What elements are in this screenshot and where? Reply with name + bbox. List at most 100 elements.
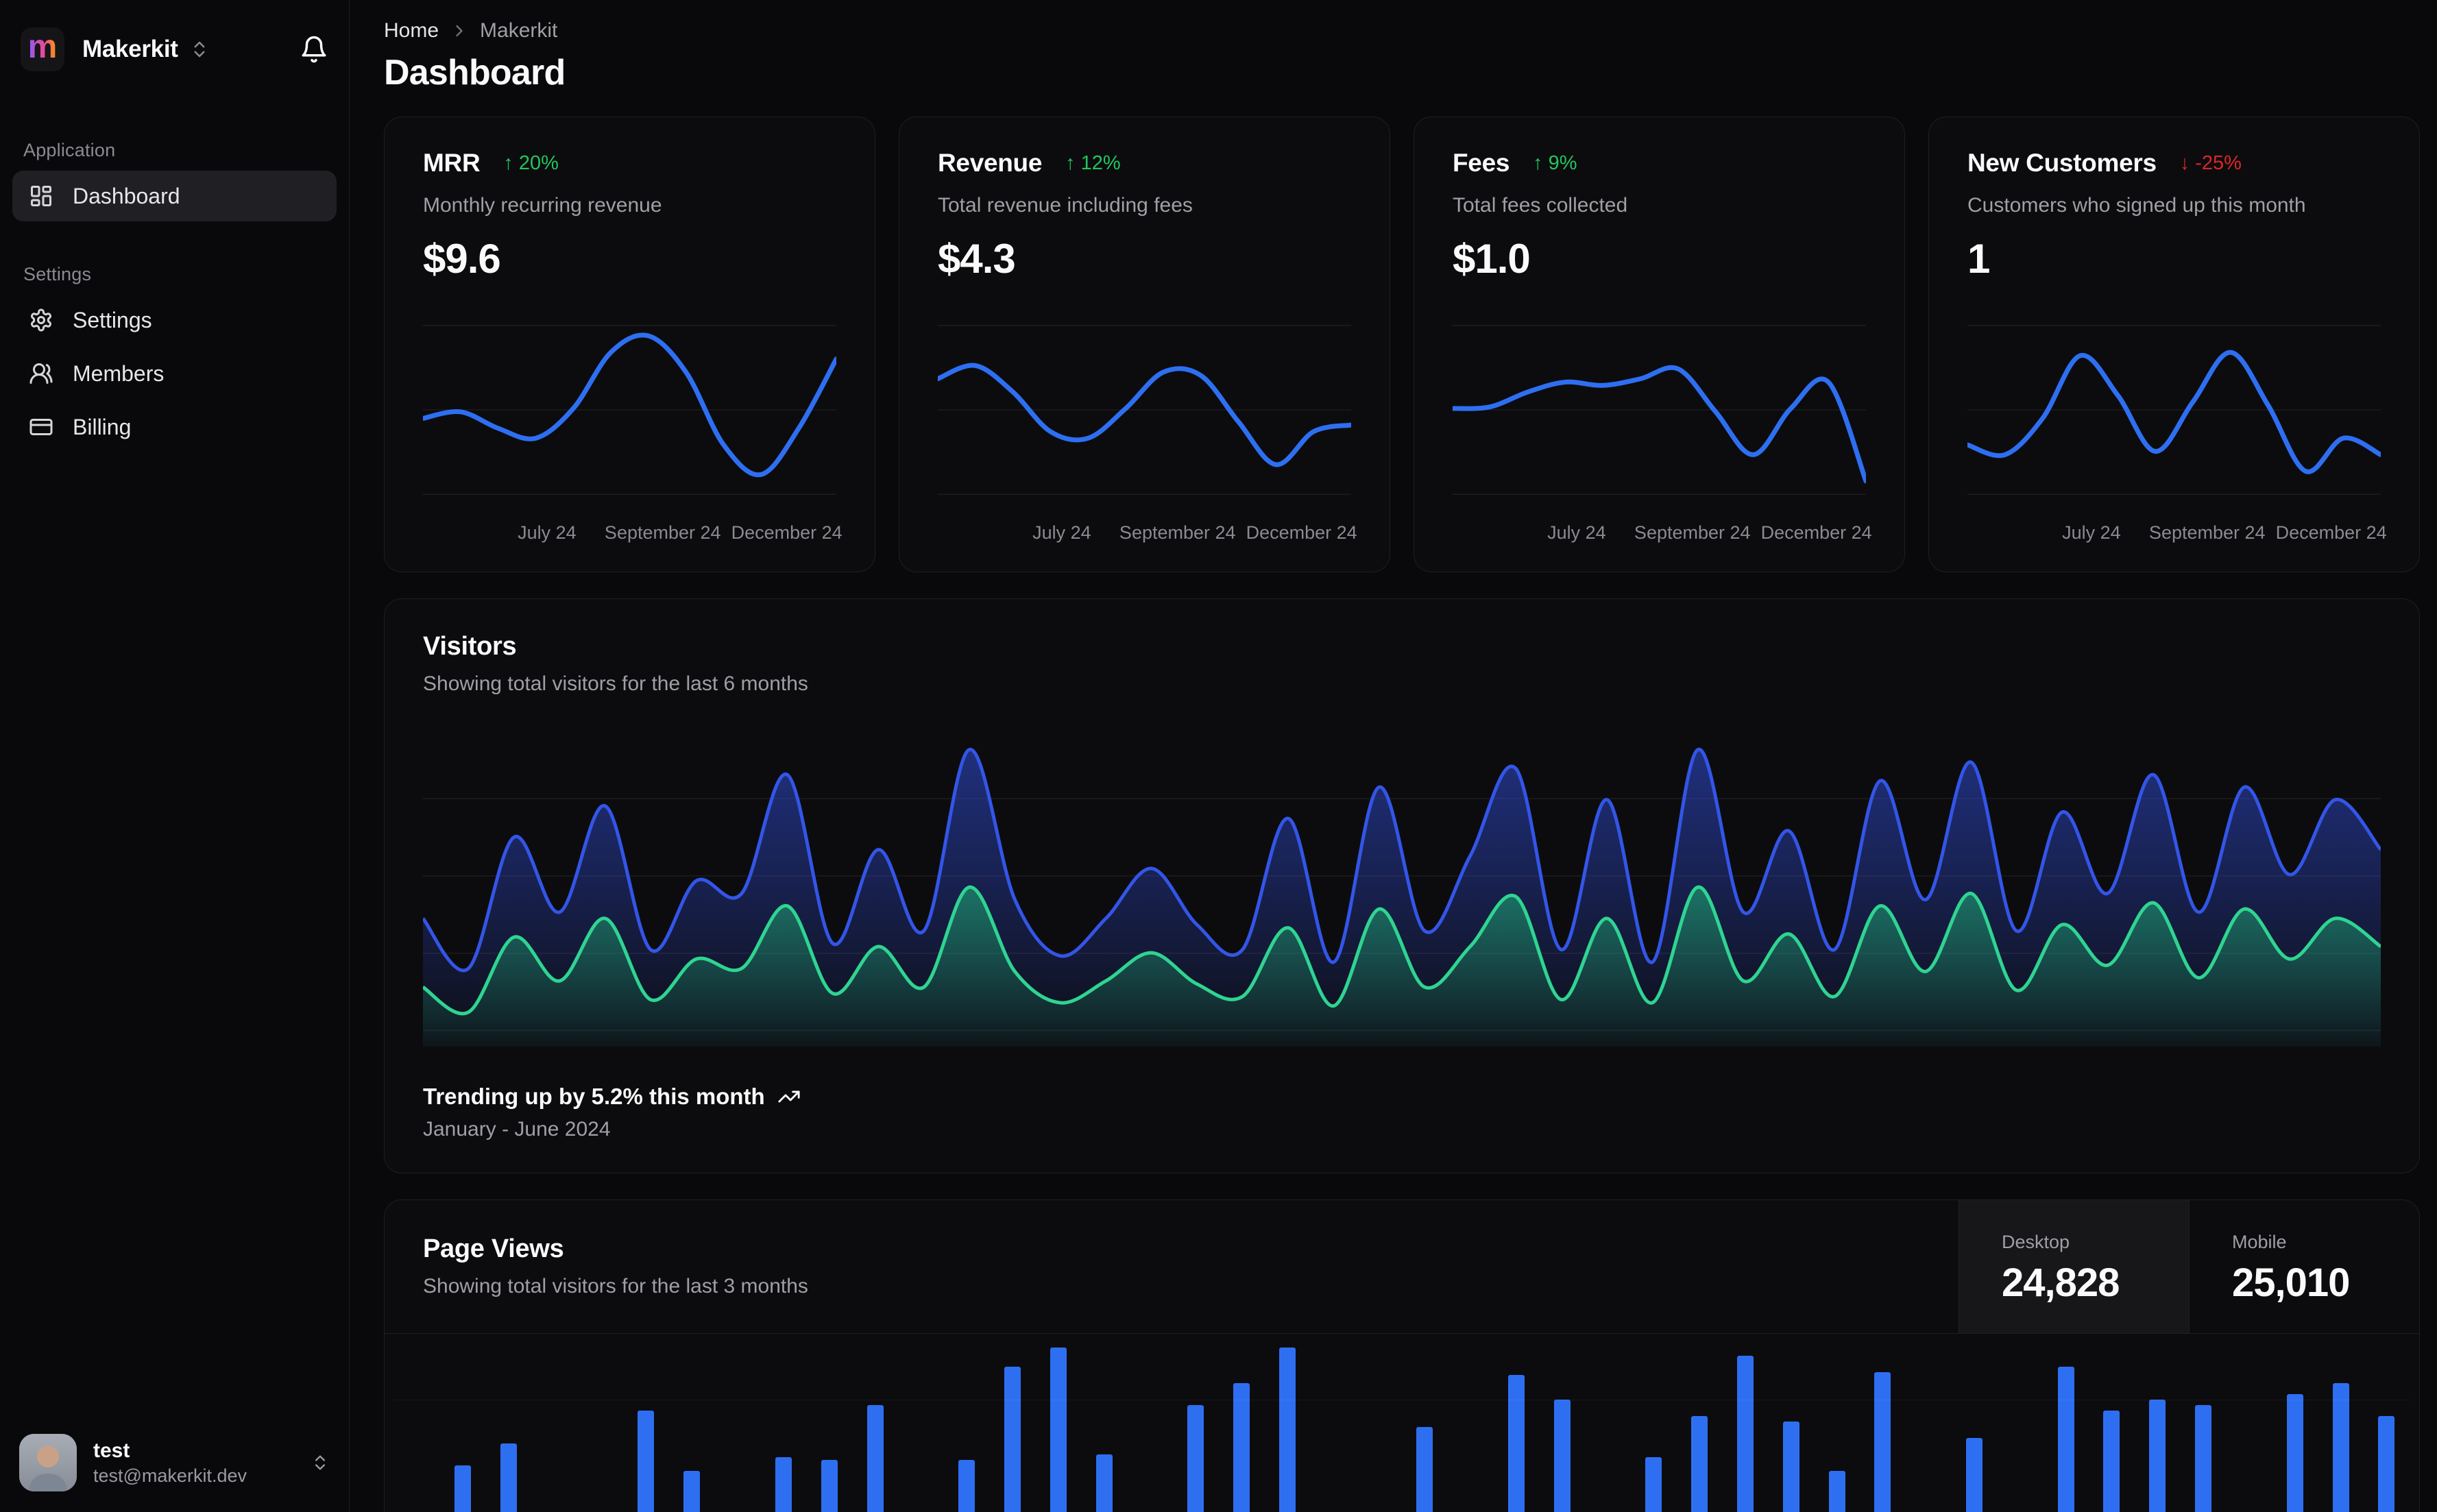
bar-slot [1860,1334,1906,1512]
trend-badge: ↑ 9% [1533,151,1577,174]
bar-slot [2364,1334,2410,1512]
trend-arrow-icon: ↑ [1533,151,1543,174]
makerkit-logo-icon: m [27,29,58,65]
visitors-card: Visitors Showing total visitors for the … [384,598,2420,1173]
bar-slot [577,1334,623,1512]
sidebar-item-label: Dashboard [73,183,180,208]
bar-slot [1173,1334,1219,1512]
stat-value: $4.3 [938,236,1016,282]
users-icon [29,361,53,386]
breadcrumb-home[interactable]: Home [384,19,439,42]
sidebar-item-members[interactable]: Members [12,348,337,399]
breadcrumb: Home Makerkit [384,19,2420,42]
bar [1233,1383,1250,1512]
bar [683,1471,701,1512]
bar-slot [531,1334,577,1512]
stat-subtitle: Monthly recurring revenue [423,194,662,217]
bar-slot [440,1334,486,1512]
dashboard-icon [29,184,53,208]
new-customers-sparkline-chart [1965,314,2384,506]
stat-title: Revenue [938,149,1043,177]
user-email: test@makerkit.dev [93,1465,247,1486]
bar [958,1460,975,1512]
chevrons-up-down-icon[interactable] [189,39,210,60]
mrr-sparkline-chart [420,314,839,506]
trend-badge: ↓ -25% [2179,151,2242,174]
sidebar-item-billing[interactable]: Billing [12,402,337,452]
bar [1691,1416,1708,1512]
bar-slot [806,1334,852,1512]
page-views-header: Page Views Showing total visitors for th… [385,1200,2419,1334]
bar [638,1411,655,1512]
bar [1507,1375,1525,1512]
bar [2149,1400,2166,1512]
page-views-card: Page Views Showing total visitors for th… [384,1199,2420,1512]
workspace-name[interactable]: Makerkit [82,36,178,63]
notifications-button[interactable] [300,35,328,64]
bar-slot [715,1334,761,1512]
workspace-selector[interactable]: m Makerkit [12,18,337,81]
x-axis-labels: July 24 September 24 December 24 [1547,522,1872,543]
bar [1187,1405,1204,1512]
bar-slot [1906,1334,1952,1512]
page-views-title: Page Views [423,1234,564,1263]
user-name: test [93,1439,130,1462]
chevron-right-icon [450,21,469,40]
trend-arrow-icon: ↓ [2179,151,2190,174]
bar [2332,1383,2349,1512]
bar [1095,1454,1113,1512]
fees-sparkline-chart [1450,314,1869,506]
bell-icon [300,35,328,64]
bar-slot [1997,1334,2043,1512]
bar-slot [2181,1334,2227,1512]
bar [1553,1400,1571,1512]
bar [2286,1394,2303,1512]
stat-card-fees: Fees ↑ 9% Total fees collected $1.0 July … [1414,117,1905,572]
chevrons-up-down-icon [311,1453,330,1472]
bar [1278,1348,1296,1512]
bar [1782,1422,1799,1512]
bar-slot [2043,1334,2089,1512]
bar-slot [1677,1334,1723,1512]
bar [1966,1438,1983,1512]
bar-slot [394,1334,440,1512]
visitors-footer: Trending up by 5.2% this month [423,1084,2381,1110]
bar-slot [2227,1334,2272,1512]
sidebar-item-label: Billing [73,414,132,439]
stat-card-new-customers: New Customers ↓ -25% Customers who signed… [1928,117,2420,572]
x-axis-labels: July 24 September 24 December 24 [1032,522,1357,543]
user-menu[interactable]: test test@makerkit.dev [12,1434,337,1491]
bar-slot [852,1334,898,1512]
bar-slot [898,1334,944,1512]
bar [500,1443,518,1512]
bar-slot [990,1334,1036,1512]
desktop-toggle-button[interactable]: Desktop 24,828 [1959,1200,2189,1333]
bar [1416,1427,1433,1512]
breadcrumb-current: Makerkit [480,19,558,42]
bar-slot [1219,1334,1265,1512]
bar [775,1457,792,1512]
bar [1645,1457,1662,1512]
bar-slot [1539,1334,1585,1512]
bar-slot [486,1334,532,1512]
bar-slot [1768,1334,1814,1512]
page-views-bar-chart [394,1334,2410,1512]
x-axis-labels: July 24 September 24 December 24 [2062,522,2387,543]
sidebar-item-settings[interactable]: Settings [12,295,337,345]
gear-icon [29,308,53,332]
makerkit-logo: m [21,27,64,71]
bar-slot [1264,1334,1310,1512]
stat-card-mrr: MRR ↑ 20% Monthly recurring revenue $9.6 … [384,117,875,572]
visitors-subtitle: Showing total visitors for the last 6 mo… [423,672,808,695]
trend-badge: ↑ 12% [1065,151,1121,174]
stat-subtitle: Total revenue including fees [938,194,1193,217]
sidebar: m Makerkit Application Dashboard Setting… [0,0,350,1512]
sidebar-item-dashboard[interactable]: Dashboard [12,171,337,221]
bar [2195,1405,2212,1512]
stat-title: Fees [1453,149,1510,177]
bar-slot [669,1334,715,1512]
visitors-period: January - June 2024 [423,1118,611,1141]
stat-card-revenue: Revenue ↑ 12% Total revenue including fee… [899,117,1390,572]
mobile-toggle-button[interactable]: Mobile 25,010 [2189,1200,2419,1333]
bar [1874,1372,1891,1512]
